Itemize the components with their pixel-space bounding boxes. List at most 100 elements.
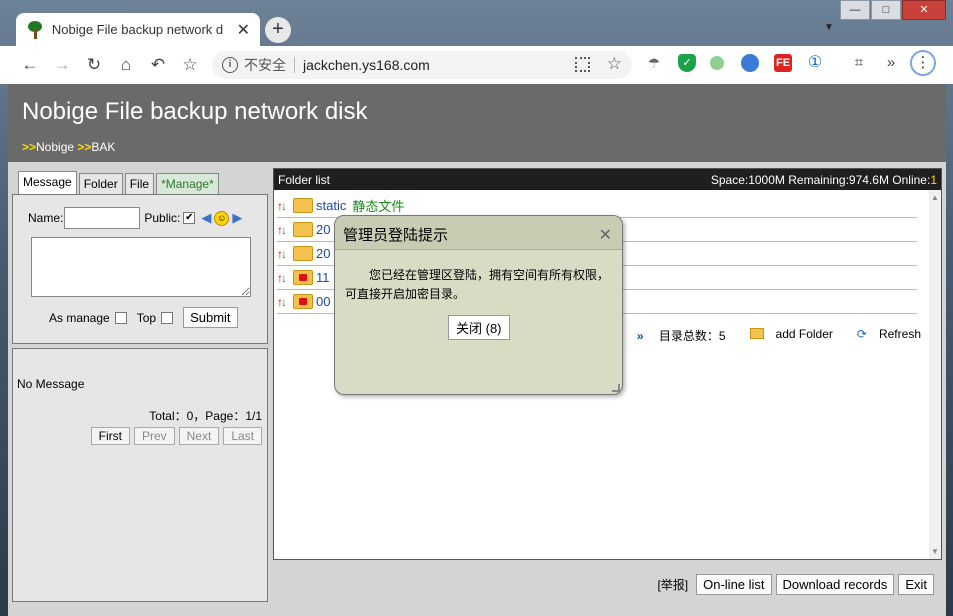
reload-icon[interactable]: ↻ (78, 55, 110, 75)
first-page-button[interactable]: First (90, 427, 130, 445)
sort-arrows-icon[interactable]: ↑↓ (277, 199, 293, 213)
qr-code-icon[interactable] (575, 57, 590, 72)
window-controls: — □ ✕ (839, 0, 946, 22)
scrollbar[interactable]: ▲ ▼ (929, 190, 941, 559)
sort-arrows-icon[interactable]: ↑↓ (277, 223, 293, 237)
bookmarks-icon[interactable]: ☆ (174, 55, 206, 75)
folder-name[interactable]: 20 (316, 222, 330, 237)
refresh-link[interactable]: ⟳ Refresh (845, 327, 921, 344)
sort-arrows-icon[interactable]: ↑↓ (277, 247, 293, 261)
breadcrumb-item-nobige[interactable]: Nobige (36, 140, 74, 154)
arrow-left-icon[interactable]: ◀ (201, 210, 211, 226)
dialog-close-button[interactable]: 关闭 (8) (448, 315, 510, 340)
folder-icon (293, 222, 313, 237)
browser-titlebar: Nobige File backup network d ✕ + ▼ — □ ✕ (0, 0, 953, 46)
resize-grip-icon[interactable] (612, 384, 620, 392)
close-window-button[interactable]: ✕ (902, 0, 946, 20)
tab-title: Nobige File backup network d (51, 22, 224, 37)
tab-file[interactable]: File (124, 173, 155, 194)
breadcrumb-arrow-icon: >> (77, 140, 92, 154)
double-chevron-icon[interactable]: » (882, 54, 900, 72)
tab-close-icon[interactable]: ✕ (237, 20, 250, 40)
info-icon[interactable]: i (222, 57, 238, 73)
browser-tab[interactable]: Nobige File backup network d ✕ (16, 13, 260, 46)
page-footer: [举报] On-line list Download records Exit (657, 574, 934, 595)
folder-icon (293, 246, 313, 261)
url-text[interactable]: jackchen.ys168.com (303, 57, 430, 73)
top-checkbox[interactable] (161, 311, 174, 324)
fe-icon[interactable]: FE (774, 54, 792, 72)
parachute-icon[interactable]: ☂ (645, 54, 663, 72)
folder-desc: 静态文件 (352, 199, 405, 214)
back-icon[interactable]: ← (14, 55, 46, 75)
download-records-button[interactable]: Download records (775, 574, 895, 595)
next-page-button[interactable]: Next (178, 427, 220, 445)
pager: First Prev Next Last (87, 427, 262, 445)
message-list: No Message Total：0，Page：1/1 First Prev N… (12, 348, 268, 602)
menu-dots-icon[interactable]: ⋮ (910, 50, 936, 76)
prev-page-button[interactable]: Prev (133, 427, 175, 445)
address-bar[interactable]: i 不安全 jackchen.ys168.com ☆ (212, 51, 632, 79)
bookmark-star-icon[interactable]: ☆ (607, 54, 622, 74)
folder-name[interactable]: 11 (316, 270, 330, 285)
message-form: Name: Public: ✔ ◀ ☺ ▶ As manage Top Subm… (12, 194, 268, 344)
smiley-icon[interactable]: ☺ (214, 210, 230, 226)
public-checkbox[interactable]: ✔ (183, 212, 196, 224)
last-page-button[interactable]: Last (223, 427, 262, 445)
browser-toolbar: ← → ↻ ⌂ ↶ ☆ i 不安全 jackchen.ys168.com ☆ ☂… (0, 46, 953, 84)
security-label: 不安全 (244, 57, 286, 73)
as-manage-checkbox[interactable] (114, 311, 127, 324)
tab-message[interactable]: Message (18, 171, 77, 194)
submit-button[interactable]: Submit (183, 307, 238, 328)
undo-icon[interactable]: ↶ (142, 55, 174, 75)
exit-button[interactable]: Exit (898, 574, 934, 595)
dir-count: » 目录总数：5 (636, 329, 726, 343)
dialog-close-icon[interactable]: ✕ (599, 225, 612, 245)
site-header: Nobige File backup network disk >>Nobige… (8, 84, 946, 162)
name-input[interactable] (64, 207, 141, 229)
as-manage-label: As manage (49, 310, 110, 325)
top-label: Top (136, 310, 157, 325)
sort-arrows-icon[interactable]: ↑↓ (277, 295, 293, 309)
left-panel: Message Folder File *Manage* Name: Publi… (12, 168, 268, 602)
folder-name[interactable]: static (316, 198, 346, 213)
dialog-message: 您已经在管理区登陆，拥有空间有所有权限，可直接开启加密目录。 (345, 268, 610, 301)
globe-icon[interactable] (741, 54, 759, 72)
locked-folder-icon (293, 270, 313, 285)
site-title: Nobige File backup network disk (22, 98, 368, 125)
home-icon[interactable]: ⌂ (110, 55, 142, 75)
add-folder-link[interactable]: add Folder (738, 327, 833, 344)
tab-manage[interactable]: *Manage* (156, 173, 219, 194)
space-info: Space:1000M Remaining:974.6M Online:1 (710, 172, 937, 187)
scroll-down-icon[interactable]: ▼ (931, 547, 939, 556)
divider (294, 57, 295, 73)
folder-list-title: Folder list (278, 172, 331, 187)
crop-icon[interactable]: ⌗ (850, 54, 868, 72)
online-list-button[interactable]: On-line list (696, 574, 772, 595)
folder-name[interactable]: 00 (316, 294, 330, 309)
folder-name[interactable]: 20 (316, 246, 330, 261)
tab-search-icon[interactable]: ▼ (824, 22, 834, 33)
tab-folder[interactable]: Folder (78, 173, 123, 194)
message-textarea[interactable] (31, 237, 251, 297)
arrow-right-icon[interactable]: ▶ (232, 210, 242, 226)
minimize-button[interactable]: — (840, 0, 870, 20)
report-link[interactable]: [举报] (657, 576, 688, 593)
sort-arrows-icon[interactable]: ↑↓ (277, 271, 293, 285)
forward-icon[interactable]: → (46, 55, 78, 75)
folder-actions: » 目录总数：5 add Folder ⟳ Refresh (625, 327, 921, 344)
scroll-up-icon[interactable]: ▲ (931, 193, 939, 202)
online-count: 1 (930, 172, 937, 187)
green-dot-icon[interactable] (710, 56, 724, 70)
chevrons-icon: » (636, 329, 644, 343)
new-tab-button[interactable]: + (265, 17, 291, 43)
refresh-icon: ⟳ (856, 327, 867, 341)
pager-info: Total：0，Page：1/1 (149, 409, 262, 423)
maximize-button[interactable]: □ (871, 0, 901, 20)
public-label: Public: (144, 211, 181, 225)
onepassword-icon[interactable]: ① (806, 54, 824, 72)
empty-message: No Message (17, 377, 85, 391)
breadcrumb-arrow-icon: >> (22, 140, 37, 154)
shield-icon[interactable]: ✓ (678, 54, 696, 72)
breadcrumb-item-bak[interactable]: BAK (91, 140, 115, 154)
